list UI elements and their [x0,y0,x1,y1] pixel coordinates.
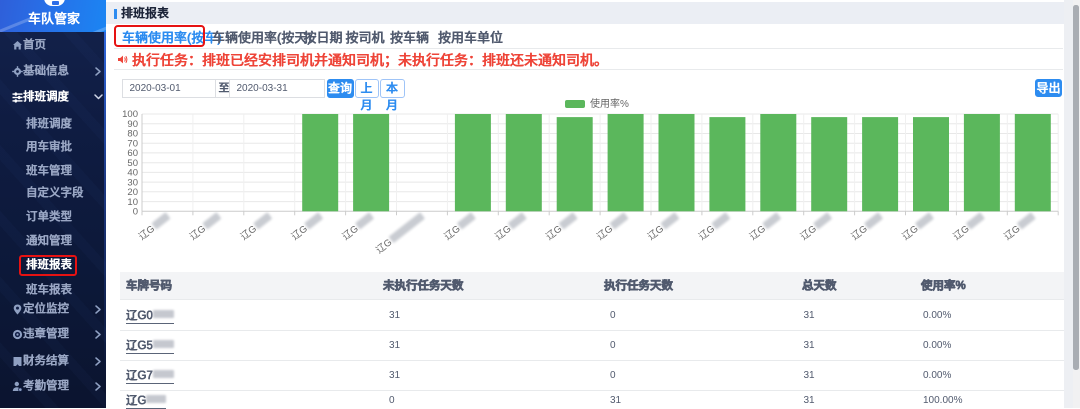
svg-text:70: 70 [127,138,138,149]
svg-text:80: 80 [127,129,138,140]
svg-text:40: 40 [127,168,138,179]
svg-text:0: 0 [133,207,138,218]
svg-text:60: 60 [127,148,138,159]
svg-text:50: 50 [127,158,138,169]
svg-text:10: 10 [127,197,138,208]
svg-text:30: 30 [127,177,138,188]
svg-text:90: 90 [127,119,138,130]
svg-text:20: 20 [127,187,138,198]
svg-text:100: 100 [122,109,138,120]
